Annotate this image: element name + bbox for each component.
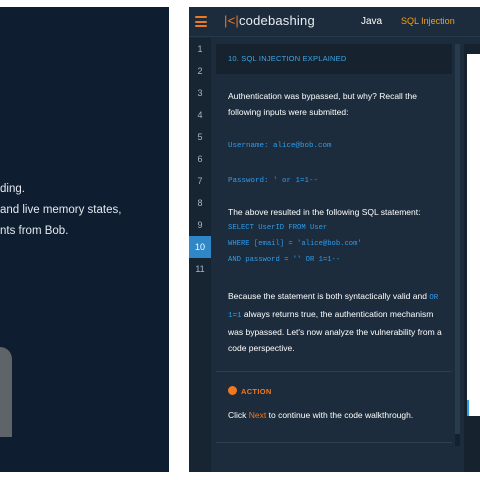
action-pre: Click: [228, 410, 249, 420]
action-title: ACTION: [241, 387, 272, 396]
step-item[interactable]: 4: [189, 104, 211, 126]
action-instruction: Click Next to continue with the code wal…: [228, 410, 413, 420]
app-logo[interactable]: |<|codebashing: [224, 13, 315, 28]
explanation-post: always returns true, the authentication …: [228, 309, 442, 353]
caption-line: and live memory states,: [0, 204, 122, 216]
action-heading: ACTION: [228, 386, 272, 396]
lesson-header: 10. SQL INJECTION EXPLAINED: [216, 44, 452, 74]
step-item[interactable]: 5: [189, 126, 211, 148]
step-item[interactable]: 7: [189, 170, 211, 192]
logo-name: codebashing: [238, 13, 315, 28]
hamburger-menu-icon[interactable]: [195, 16, 207, 27]
step-item[interactable]: 11: [189, 258, 211, 280]
code-pane: [464, 44, 480, 472]
password-value: ' or 1=1--: [273, 177, 319, 185]
nav-language-java[interactable]: Java: [361, 16, 382, 27]
step-item[interactable]: 9: [189, 214, 211, 236]
logo-mark: |<|: [224, 13, 239, 28]
action-icon: [228, 386, 237, 395]
step-item[interactable]: 2: [189, 60, 211, 82]
sql-line: AND password = '' OR 1=1--: [228, 256, 341, 264]
sql-line: SELECT UserID FROM User: [228, 224, 328, 232]
top-bar: |<|codebashing Java SQL Injection: [189, 7, 480, 37]
step-sidebar: 1 2 3 4 5 6 7 8 9 10 11: [189, 38, 211, 472]
code-editor: [467, 54, 480, 416]
intro-text: Authentication was bypassed, but why? Re…: [228, 91, 418, 117]
explanation-pre: Because the statement is both syntactica…: [228, 291, 427, 301]
figure-silhouette: [0, 347, 12, 437]
username-line: Username: alice@bob.com: [228, 142, 332, 150]
step-item[interactable]: 8: [189, 192, 211, 214]
step-item[interactable]: 3: [189, 82, 211, 104]
step-item-active[interactable]: 10: [189, 236, 211, 258]
explanation-text: Because the statement is both syntactica…: [228, 288, 450, 356]
step-item[interactable]: 1: [189, 38, 211, 60]
next-link[interactable]: Next: [249, 410, 266, 420]
content-scrollbar[interactable]: [455, 44, 460, 446]
password-line: Password: ' or 1=1--: [228, 177, 319, 185]
username-label: Username: [228, 142, 265, 150]
password-label: Password: [228, 177, 265, 185]
scrollbar-thumb[interactable]: [455, 44, 460, 434]
result-text: The above resulted in the following SQL …: [228, 207, 421, 217]
username-value: alice@bob.com: [273, 142, 332, 150]
caption-line: ding.: [0, 183, 25, 195]
lesson-content: 10. SQL INJECTION EXPLAINED Authenticati…: [216, 44, 452, 472]
code-highlight-marker: [467, 400, 469, 416]
video-panel: ding. and live memory states, nts from B…: [0, 7, 169, 472]
step-item[interactable]: 6: [189, 148, 211, 170]
action-block: ACTION Click Next to continue with the c…: [216, 371, 452, 443]
caption-line: nts from Bob.: [0, 225, 69, 237]
video-caption: ding. and live memory states, nts from B…: [0, 179, 169, 242]
sql-line: WHERE [email] = 'alice@bob.com': [228, 240, 362, 248]
lesson-app: |<|codebashing Java SQL Injection 1 2 3 …: [189, 7, 480, 472]
action-post: to continue with the code walkthrough.: [266, 410, 414, 420]
nav-lesson-sql-injection[interactable]: SQL Injection: [401, 16, 455, 26]
